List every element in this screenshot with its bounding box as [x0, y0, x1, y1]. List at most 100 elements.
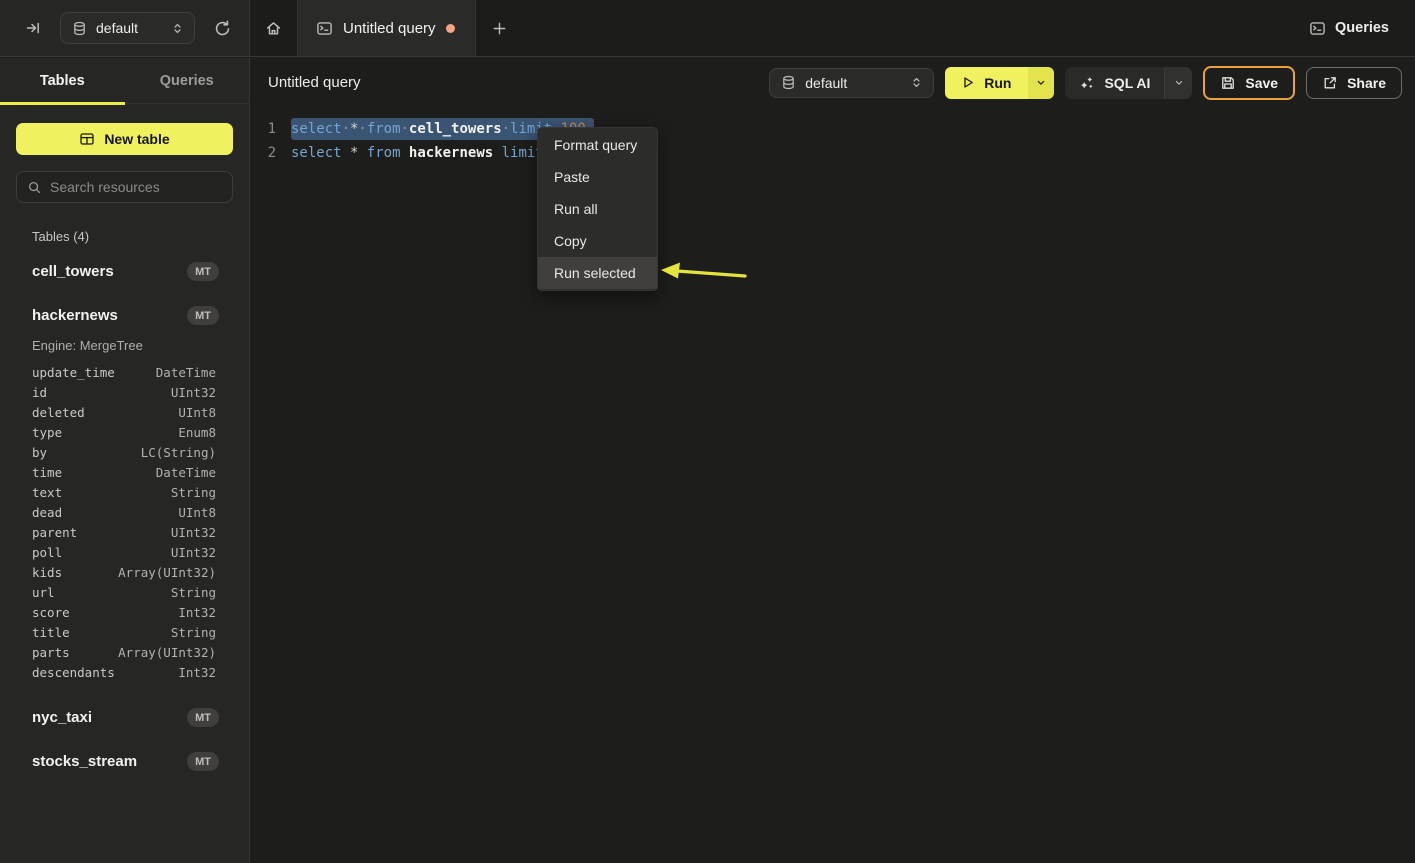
- tab-untitled-query[interactable]: Untitled query: [297, 0, 476, 56]
- sql-ai-button[interactable]: SQL AI: [1065, 67, 1164, 99]
- column-type: Int32: [178, 665, 216, 680]
- query-header: Untitled query default: [251, 58, 1415, 107]
- sparkles-icon: [1079, 75, 1095, 91]
- column-type: Array(UInt32): [118, 645, 216, 660]
- home-button[interactable]: [250, 0, 297, 56]
- menu-item-copy[interactable]: Copy: [538, 225, 657, 257]
- chevron-down-icon: [1035, 77, 1047, 89]
- sql-keyword: select: [291, 121, 342, 137]
- editor-context-menu: Format query Paste Run all Copy Run sele…: [537, 127, 658, 291]
- column-row: poll UInt32: [16, 542, 233, 562]
- topbar-database-value: default: [96, 20, 162, 36]
- column-type: String: [171, 485, 216, 500]
- column-name: url: [32, 585, 55, 600]
- column-name: parts: [32, 645, 70, 660]
- table-name: stocks_stream: [32, 753, 137, 770]
- menu-item-run-selected[interactable]: Run selected: [538, 257, 657, 289]
- column-type: UInt8: [178, 505, 216, 520]
- line-number: 2: [260, 145, 276, 161]
- sql-ai-options-button[interactable]: [1164, 67, 1192, 99]
- column-name: score: [32, 605, 70, 620]
- run-button[interactable]: Run: [945, 67, 1028, 99]
- sql-ai-button-group: SQL AI: [1065, 67, 1192, 99]
- run-options-button[interactable]: [1028, 67, 1054, 99]
- column-type: UInt32: [171, 545, 216, 560]
- column-name: poll: [32, 545, 62, 560]
- query-database-selector[interactable]: default: [769, 68, 934, 98]
- code-line-1[interactable]: 1 select·*·from·cell_towers·limit·100·: [251, 117, 1415, 141]
- column-type: UInt32: [171, 525, 216, 540]
- column-name: title: [32, 625, 70, 640]
- column-row: byLC(String): [16, 442, 233, 462]
- column-type: Int32: [178, 605, 216, 620]
- sidebar-tab-queries-label: Queries: [160, 73, 214, 89]
- tab-strip: Untitled query: [250, 0, 1309, 56]
- save-button[interactable]: Save: [1203, 66, 1295, 100]
- column-name: descendants: [32, 665, 115, 680]
- refresh-button[interactable]: [209, 15, 235, 41]
- query-controls: default Run: [769, 66, 1402, 100]
- new-table-button[interactable]: New table: [16, 123, 233, 155]
- table-row-nyc-taxi[interactable]: nyc_taxi MT: [16, 701, 233, 734]
- topbar: default: [0, 0, 1415, 57]
- whitespace-dot: ·: [358, 121, 366, 137]
- column-name: id: [32, 385, 47, 400]
- sql-editor[interactable]: 1 select·*·from·cell_towers·limit·100· 2…: [251, 107, 1415, 165]
- page-title: Untitled query: [268, 74, 361, 91]
- column-type: DateTime: [156, 365, 216, 380]
- menu-item-run-all[interactable]: Run all: [538, 193, 657, 225]
- column-name: type: [32, 425, 62, 440]
- whitespace-dot: ·: [401, 121, 409, 137]
- play-icon: [960, 75, 975, 90]
- column-name: update_time: [32, 365, 115, 380]
- sidebar-tab-tables[interactable]: Tables: [0, 58, 125, 103]
- chevron-down-icon: [1173, 77, 1185, 89]
- column-row: textString: [16, 482, 233, 502]
- home-icon: [265, 20, 282, 37]
- column-name: dead: [32, 505, 62, 520]
- unsaved-changes-dot: [446, 24, 455, 33]
- column-type: UInt32: [171, 385, 216, 400]
- topbar-right: Queries: [1309, 0, 1415, 56]
- whitespace-dot: ·: [502, 121, 510, 137]
- share-button[interactable]: Share: [1306, 67, 1402, 99]
- column-row: score Int32: [16, 602, 233, 622]
- save-floppy-icon: [1220, 75, 1236, 91]
- sql-text: select*fromhackernewslimit: [291, 142, 544, 164]
- database-icon: [781, 75, 796, 90]
- sql-operator: *: [350, 145, 358, 161]
- sql-ai-label: SQL AI: [1104, 75, 1150, 91]
- queries-button[interactable]: Queries: [1309, 20, 1389, 37]
- table-row-cell-towers[interactable]: cell_towers MT: [16, 255, 233, 288]
- column-row: dead UInt8: [16, 502, 233, 522]
- table-row-hackernews[interactable]: hackernews MT: [16, 299, 233, 332]
- new-tab-button[interactable]: [476, 0, 524, 56]
- code-line-2[interactable]: 2 select*fromhackernewslimit: [251, 141, 1415, 165]
- column-type: UInt8: [178, 405, 216, 420]
- table-icon: [79, 131, 95, 147]
- sidebar-body: New table Tables (4) cell_towers MT hack…: [0, 104, 249, 778]
- collapse-sidebar-button[interactable]: [20, 15, 46, 41]
- column-row: id UInt32: [16, 382, 233, 402]
- engine-badge: MT: [187, 262, 219, 281]
- new-table-label: New table: [104, 131, 169, 147]
- column-type: String: [171, 585, 216, 600]
- save-button-label: Save: [1245, 75, 1278, 91]
- column-name: time: [32, 465, 62, 480]
- table-name: cell_towers: [32, 263, 114, 280]
- sidebar-tab-queries[interactable]: Queries: [125, 58, 250, 103]
- column-type: LC(String): [141, 445, 216, 460]
- table-row-stocks-stream[interactable]: stocks_stream MT: [16, 745, 233, 778]
- column-type: Enum8: [178, 425, 216, 440]
- menu-item-format-query[interactable]: Format query: [538, 129, 657, 161]
- topbar-database-selector[interactable]: default: [60, 12, 195, 44]
- query-terminal-icon: [316, 20, 333, 37]
- database-icon: [72, 21, 87, 36]
- column-row: deletedUInt8: [16, 402, 233, 422]
- column-row: kidsArray(UInt32): [16, 562, 233, 582]
- search-input[interactable]: [50, 179, 231, 195]
- column-row: url String: [16, 582, 233, 602]
- menu-item-paste[interactable]: Paste: [538, 161, 657, 193]
- queries-terminal-icon: [1309, 20, 1326, 37]
- app-root: default: [0, 0, 1415, 863]
